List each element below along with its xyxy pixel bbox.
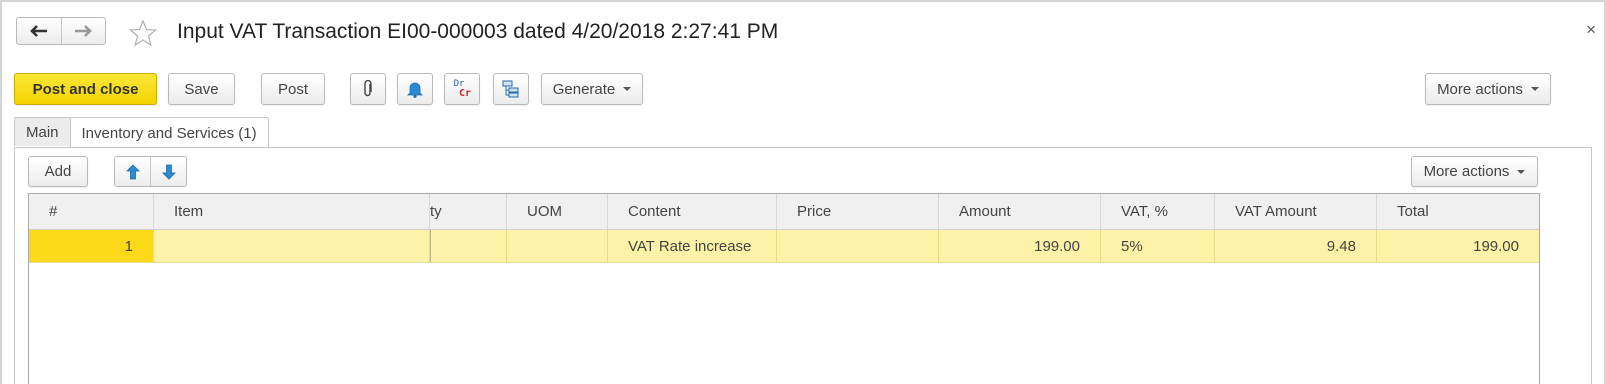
cell-price[interactable] bbox=[777, 230, 939, 262]
close-button[interactable]: × bbox=[1586, 20, 1596, 40]
column-header-amount[interactable]: Amount bbox=[939, 194, 1101, 229]
column-header-content[interactable]: Content bbox=[608, 194, 777, 229]
generate-button[interactable]: Generate bbox=[541, 73, 643, 105]
hierarchy-icon bbox=[502, 80, 519, 98]
favorite-button[interactable] bbox=[128, 19, 158, 47]
forward-button[interactable] bbox=[60, 18, 106, 44]
star-icon bbox=[128, 19, 158, 47]
back-button[interactable] bbox=[17, 18, 61, 44]
cell-vat-amount[interactable]: 9.48 bbox=[1215, 230, 1377, 262]
chevron-down-icon bbox=[623, 87, 632, 91]
more-actions-button[interactable]: More actions bbox=[1425, 73, 1551, 105]
table-more-actions-button[interactable]: More actions bbox=[1411, 156, 1538, 187]
table-row[interactable]: 1 VAT Rate increase 199.00 5% 9.48 199.0… bbox=[29, 230, 1539, 263]
table-more-actions-label: More actions bbox=[1423, 163, 1510, 180]
table-header: # Item ty UOM Content Price Amount VAT, … bbox=[29, 194, 1539, 230]
cell-item[interactable] bbox=[154, 230, 430, 262]
post-button[interactable]: Post bbox=[261, 73, 325, 105]
panel-border-right bbox=[1591, 147, 1592, 384]
move-up-button[interactable] bbox=[115, 157, 150, 186]
arrow-left-icon bbox=[29, 25, 47, 37]
cell-quantity[interactable] bbox=[430, 230, 507, 262]
more-actions-label: More actions bbox=[1437, 80, 1523, 98]
generate-label: Generate bbox=[552, 80, 616, 98]
cell-number[interactable]: 1 bbox=[29, 230, 154, 262]
add-button[interactable]: Add bbox=[28, 156, 88, 187]
reminder-button[interactable] bbox=[397, 73, 433, 105]
column-header-price[interactable]: Price bbox=[777, 194, 939, 229]
tab-inventory-and-services[interactable]: Inventory and Services (1) bbox=[69, 117, 269, 148]
cell-total[interactable]: 199.00 bbox=[1377, 230, 1539, 262]
save-button[interactable]: Save bbox=[168, 73, 235, 105]
inventory-table: # Item ty UOM Content Price Amount VAT, … bbox=[28, 193, 1540, 384]
cell-uom[interactable] bbox=[507, 230, 608, 262]
panel-border-left bbox=[14, 147, 15, 384]
navigation-buttons bbox=[16, 17, 106, 45]
arrow-down-icon bbox=[161, 164, 176, 180]
cell-content[interactable]: VAT Rate increase bbox=[608, 230, 777, 262]
column-header-vat-rate[interactable]: VAT, % bbox=[1101, 194, 1215, 229]
paperclip-icon bbox=[364, 80, 372, 97]
page-title: Input VAT Transaction EI00-000003 dated … bbox=[177, 20, 779, 43]
drcr-button[interactable]: Dr Cr bbox=[444, 73, 480, 105]
arrow-right-icon bbox=[75, 25, 93, 37]
reorder-buttons bbox=[114, 156, 187, 187]
structure-button[interactable] bbox=[493, 73, 529, 105]
column-header-quantity[interactable]: ty bbox=[430, 194, 507, 229]
chevron-down-icon bbox=[1530, 87, 1539, 91]
bell-icon bbox=[407, 82, 423, 98]
column-header-uom[interactable]: UOM bbox=[507, 194, 608, 229]
tab-bar: Main Inventory and Services (1) bbox=[14, 117, 269, 148]
post-and-close-button[interactable]: Post and close bbox=[14, 73, 157, 105]
cell-amount[interactable]: 199.00 bbox=[939, 230, 1101, 262]
attachment-button[interactable] bbox=[350, 73, 386, 105]
chevron-down-icon bbox=[1517, 169, 1526, 174]
column-header-item[interactable]: Item bbox=[154, 194, 430, 229]
move-down-button[interactable] bbox=[150, 157, 186, 186]
column-header-total[interactable]: Total bbox=[1377, 194, 1539, 229]
cell-vat-rate[interactable]: 5% bbox=[1101, 230, 1215, 262]
tab-divider bbox=[14, 147, 1592, 148]
column-header-number[interactable]: # bbox=[29, 194, 154, 229]
arrow-up-icon bbox=[125, 163, 140, 179]
column-header-vat-amount[interactable]: VAT Amount bbox=[1215, 194, 1377, 229]
tab-main[interactable]: Main bbox=[14, 117, 71, 146]
cr-label: Cr bbox=[458, 88, 472, 99]
